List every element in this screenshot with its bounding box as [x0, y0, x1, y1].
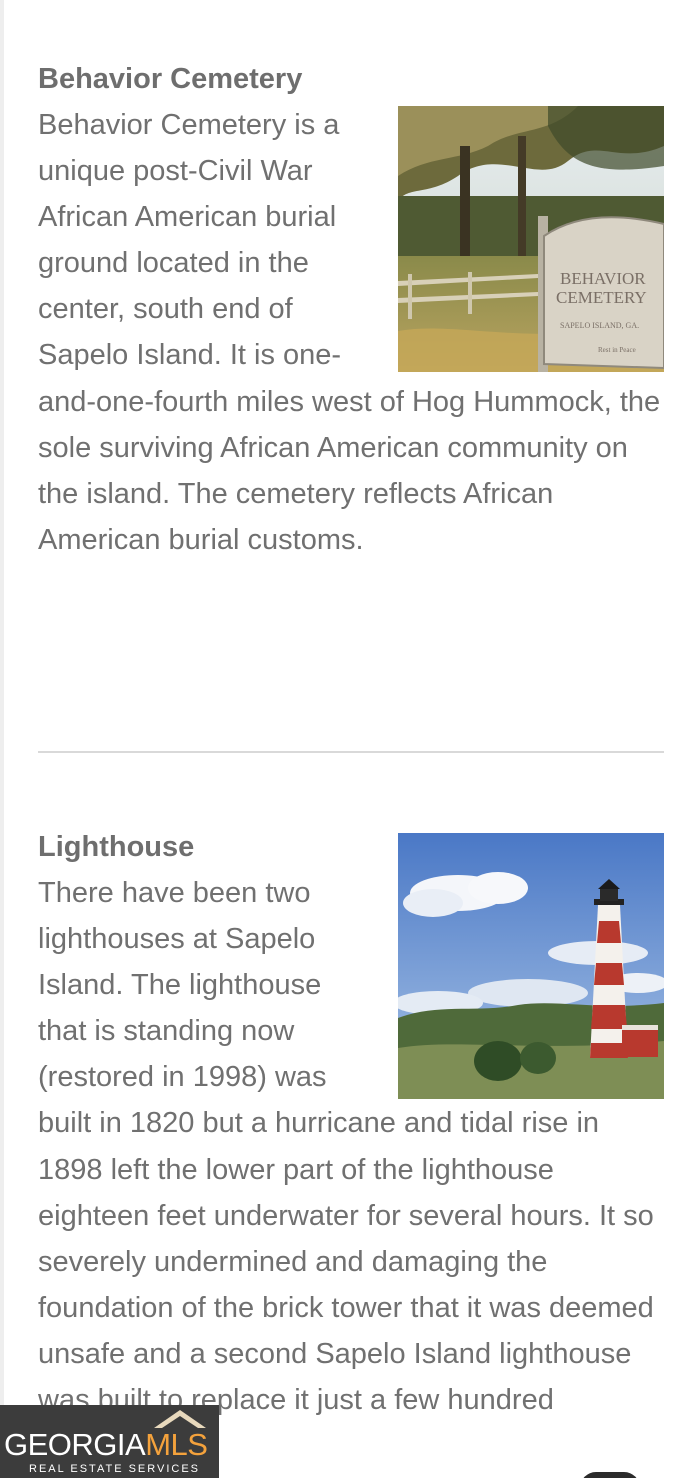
watermark-tagline: REAL ESTATE SERVICES: [29, 1463, 201, 1475]
floating-action-button[interactable]: [580, 1472, 640, 1478]
section-behavior-cemetery: Behavior Cemetery BEHAVIOR CEMETERY SAPE…: [38, 56, 664, 563]
behavior-cemetery-photo: BEHAVIOR CEMETERY SAPELO ISLAND, GA. Res…: [398, 106, 664, 372]
page-left-edge: [0, 0, 4, 1478]
watermark-brand: GEORGIAMLS: [4, 1427, 208, 1462]
sign-line2: CEMETERY: [556, 288, 647, 307]
section-divider: [38, 751, 664, 753]
sign-line1: BEHAVIOR: [560, 269, 646, 288]
lighthouse-photo: [398, 833, 664, 1099]
sign-line3: SAPELO ISLAND, GA.: [560, 321, 639, 330]
section-title: Behavior Cemetery: [38, 63, 303, 95]
sign-line4: Rest in Peace: [598, 346, 636, 354]
watermark-brand-part2: MLS: [145, 1427, 208, 1462]
watermark-brand-part1: GEORGIA: [4, 1427, 146, 1462]
section-lighthouse: Lighthouse There have been two lighthous…: [38, 824, 664, 1423]
